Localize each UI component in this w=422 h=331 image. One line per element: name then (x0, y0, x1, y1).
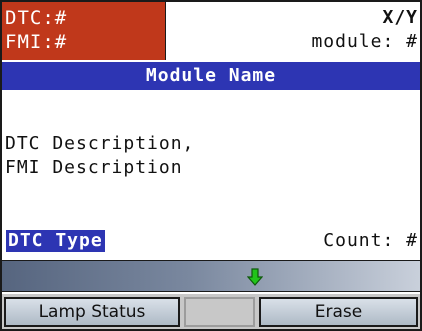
blank-softkey[interactable] (184, 297, 255, 327)
dtc-fmi-box: DTC:# FMI:# (2, 2, 166, 60)
softkey-bar: Lamp Status Erase (2, 294, 420, 329)
scroll-indicator-bar[interactable] (2, 260, 420, 292)
dtc-description: DTC Description, (5, 133, 195, 154)
occurrence-count: Count: # (323, 230, 418, 251)
module-number: module: # (311, 31, 418, 52)
dtc-code: DTC:# (5, 7, 68, 29)
fmi-code: FMI:# (5, 31, 68, 53)
erase-button[interactable]: Erase (259, 297, 418, 327)
fmi-description: FMI Description (5, 157, 183, 178)
record-position: X/Y (382, 7, 418, 28)
lamp-status-button[interactable]: Lamp Status (4, 297, 180, 327)
description-block: DTC Description, FMI Description (5, 132, 194, 180)
module-name-bar: Module Name (2, 62, 420, 90)
header-info: X/Y module: # (167, 2, 420, 60)
scan-tool-screen: DTC:# FMI:# X/Y module: # Module Name DT… (0, 0, 422, 331)
dtc-type-badge: DTC Type (6, 230, 105, 252)
down-arrow-icon[interactable] (247, 268, 263, 286)
